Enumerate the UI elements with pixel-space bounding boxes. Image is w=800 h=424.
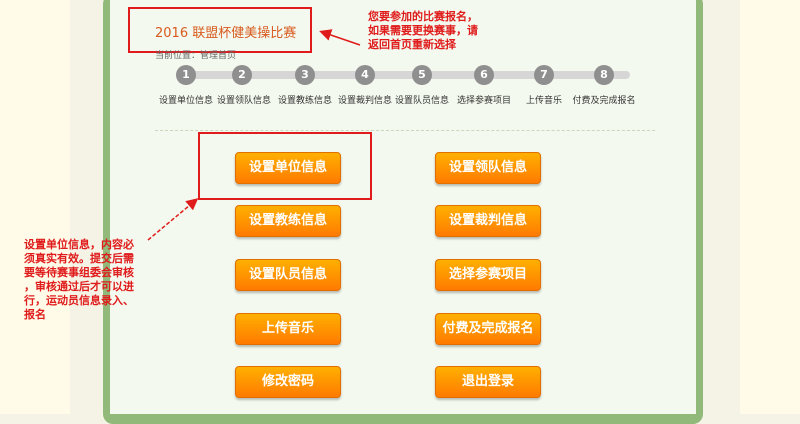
left-note-arrow xyxy=(147,198,199,241)
top-note-arrow xyxy=(319,29,361,46)
annotation-arrows xyxy=(147,29,361,241)
